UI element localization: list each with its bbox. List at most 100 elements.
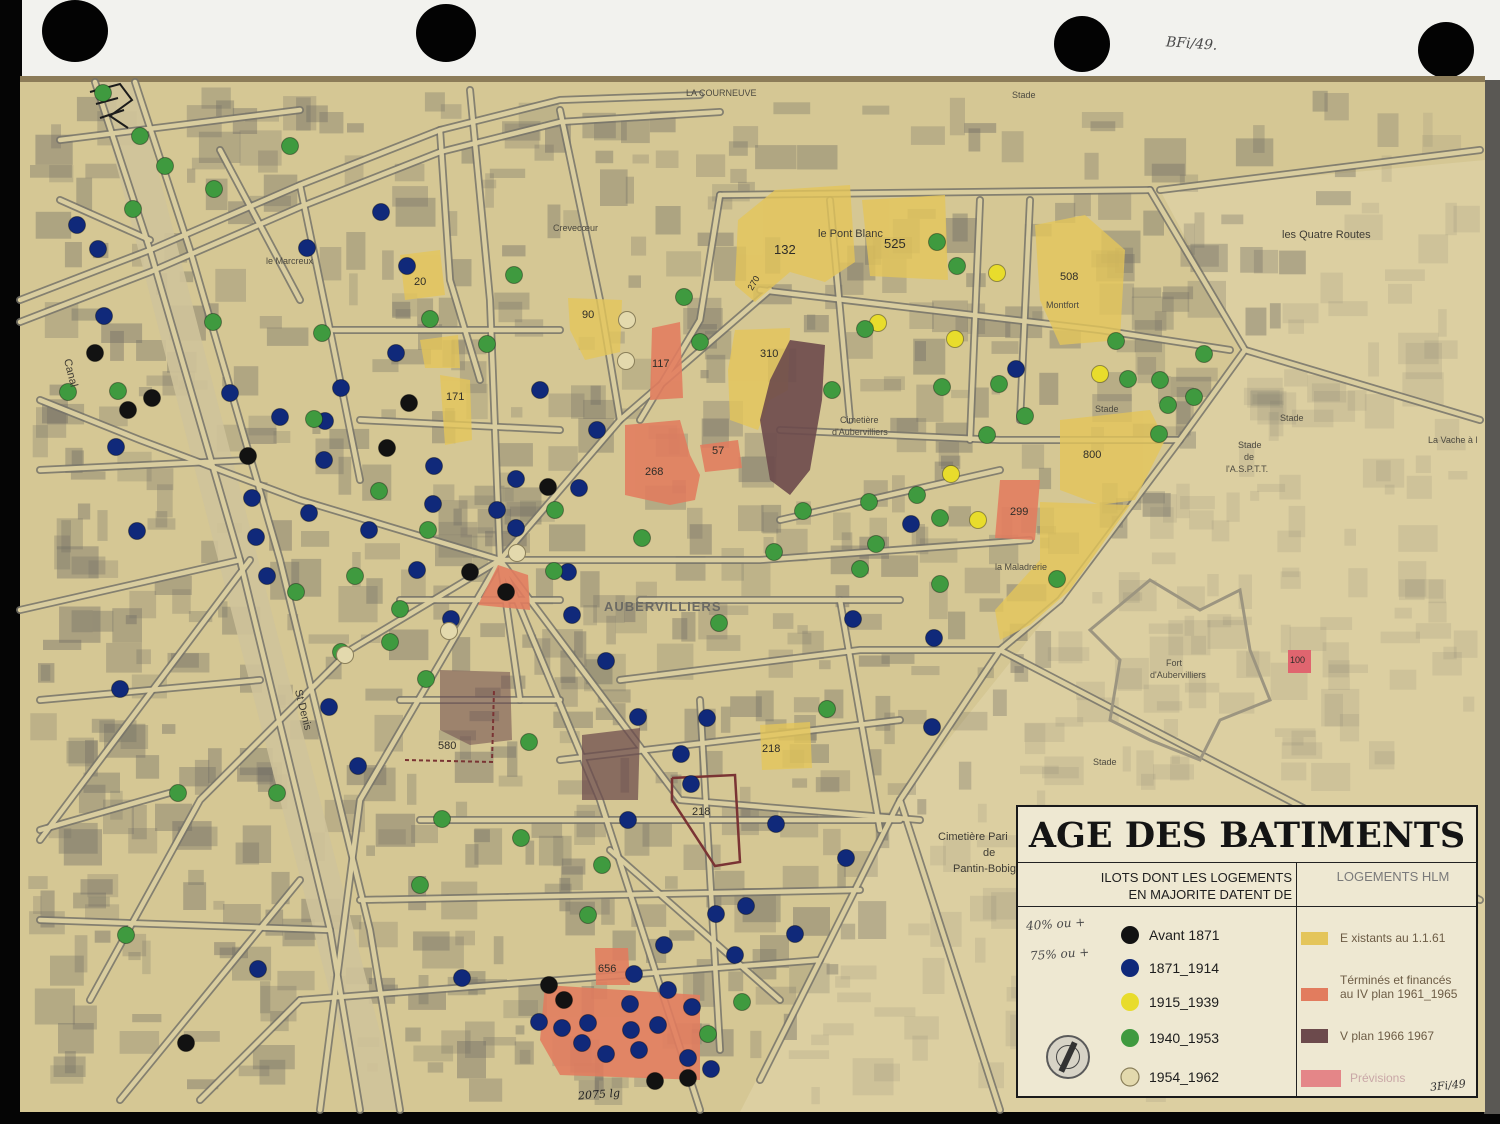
- building-block: [469, 1078, 503, 1102]
- map-dot-1940-1953: [1195, 345, 1213, 363]
- building-block: [136, 340, 166, 361]
- building-block: [1194, 212, 1205, 248]
- block-number: 171: [446, 391, 465, 403]
- map-dot-1871-1914: [622, 1021, 640, 1039]
- hlm-area-vplan: [582, 728, 640, 800]
- map-dot-1871-1914: [247, 528, 265, 546]
- map-dot-1871-1914: [672, 745, 690, 763]
- building-block: [728, 971, 744, 992]
- building-block: [453, 508, 462, 526]
- building-block: [1148, 623, 1183, 634]
- place-la-vache: La Vache à l: [1428, 435, 1478, 445]
- building-block: [223, 904, 261, 924]
- building-block: [74, 935, 88, 973]
- building-block: [930, 845, 946, 866]
- place-cimetiere-parisien-2: de: [983, 847, 996, 859]
- building-block: [1269, 303, 1281, 329]
- map-dot-1871-1914: [573, 1034, 591, 1052]
- building-block: [1405, 579, 1444, 599]
- map-dot-1940-1953: [370, 482, 388, 500]
- building-block: [780, 811, 819, 838]
- building-block: [1418, 234, 1449, 264]
- map-dot-1954-1962: [618, 311, 636, 329]
- map-dot-1871-1914: [579, 1014, 597, 1032]
- building-block: [840, 923, 856, 940]
- building-block: [1284, 369, 1308, 387]
- map-dot-1940-1953: [1119, 370, 1137, 388]
- map-dot-1915-1939: [969, 511, 987, 529]
- place-le-marcreux: le Marcreux: [266, 256, 314, 266]
- map-dot-1871-1914: [221, 384, 239, 402]
- building-block: [1039, 372, 1059, 405]
- map-dot-1871-1914: [597, 652, 615, 670]
- map-dot-1871-1914: [507, 470, 525, 488]
- building-block: [862, 105, 890, 115]
- map-dot-1871-1914: [659, 981, 677, 999]
- building-block: [755, 145, 797, 170]
- map-dot-avant-1871: [239, 447, 257, 465]
- building-block: [819, 660, 831, 670]
- building-block: [1240, 247, 1263, 273]
- legend-label-1940-1953: 1940_1953: [1149, 1030, 1220, 1046]
- legend-label-existing: E xistants au 1.1.61: [1340, 931, 1446, 945]
- map-dot-1940-1953: [933, 378, 951, 396]
- building-block: [1364, 394, 1395, 429]
- map-dot-1940-1953: [931, 509, 949, 527]
- map-dot-1871-1914: [625, 965, 643, 983]
- building-block: [1211, 520, 1230, 542]
- building-block: [1344, 528, 1356, 546]
- block-number: 268: [645, 466, 664, 478]
- building-block: [1118, 580, 1157, 612]
- building-block: [625, 176, 634, 204]
- place-stade-north: Stade: [1012, 90, 1036, 100]
- map-dot-1940-1953: [978, 426, 996, 444]
- building-block: [1117, 668, 1142, 691]
- building-block: [1280, 571, 1301, 589]
- building-block: [949, 97, 965, 136]
- map-dot-1871-1914: [737, 897, 755, 915]
- building-block: [1176, 483, 1190, 519]
- building-block: [991, 341, 1019, 354]
- building-block: [1288, 319, 1304, 334]
- building-block: [665, 876, 678, 889]
- legend-dot-avant-1871: [1121, 926, 1139, 944]
- building-block: [1347, 390, 1367, 411]
- building-block: [1081, 112, 1124, 128]
- building-block: [498, 775, 523, 787]
- building-block: [1207, 574, 1219, 597]
- building-block: [595, 150, 614, 164]
- building-block: [515, 1025, 525, 1035]
- building-block: [188, 869, 204, 885]
- building-block: [40, 664, 51, 681]
- building-block: [1189, 510, 1214, 530]
- map-dot-1871-1914: [387, 344, 405, 362]
- building-block: [883, 376, 905, 390]
- building-block: [689, 524, 712, 555]
- place-le-pont-blanc: le Pont Blanc: [818, 228, 883, 240]
- building-block: [1415, 623, 1452, 639]
- building-block: [214, 942, 236, 956]
- map-dot-1871-1914: [588, 421, 606, 439]
- building-block: [1141, 773, 1156, 790]
- map-dot-1871-1914: [360, 521, 378, 539]
- building-block: [913, 338, 946, 375]
- map-dot-1940-1953: [1048, 570, 1066, 588]
- map-dot-1871-1914: [630, 1041, 648, 1059]
- building-block: [549, 524, 586, 552]
- building-block: [1348, 568, 1368, 598]
- legend-label-completed: Términés et financés: [1340, 973, 1452, 987]
- building-block: [135, 755, 160, 779]
- map-dot-1871-1914: [837, 849, 855, 867]
- building-block: [503, 1000, 538, 1019]
- building-block: [366, 845, 375, 856]
- building-block: [132, 1014, 162, 1023]
- building-block: [301, 531, 330, 547]
- building-block: [319, 247, 342, 281]
- map-dot-1871-1914: [68, 216, 86, 234]
- building-block: [1368, 342, 1379, 377]
- building-block: [835, 976, 851, 988]
- building-block: [61, 520, 71, 553]
- building-block: [738, 181, 755, 191]
- map-dot-1940-1953: [733, 993, 751, 1011]
- map-dot-avant-1871: [177, 1034, 195, 1052]
